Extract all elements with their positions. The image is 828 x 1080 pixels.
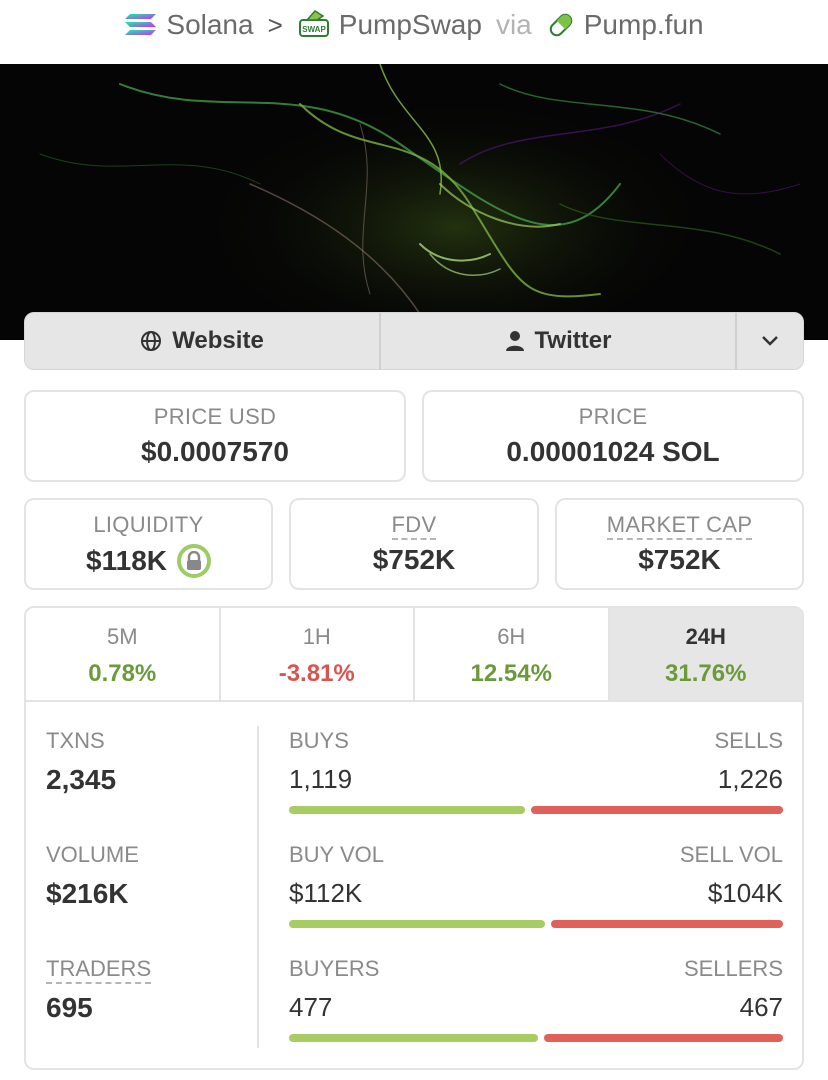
buyers-label: BUYERS bbox=[289, 956, 380, 981]
volume-split-bar bbox=[289, 920, 783, 928]
buys-sells-row: BUYS SELLS 1,119 1,226 bbox=[289, 728, 783, 842]
tab-change: 12.54% bbox=[470, 660, 552, 687]
tab-6h[interactable]: 6H 12.54% bbox=[415, 608, 610, 700]
traders-split-row: BUYERS SELLERS 477 467 bbox=[289, 956, 783, 1068]
social-links-bar: Website Twitter bbox=[24, 312, 804, 370]
tab-label: 24H bbox=[685, 624, 726, 649]
sellers-value: 467 bbox=[739, 992, 783, 1022]
tab-change: 31.76% bbox=[665, 660, 747, 687]
txns-value: 2,345 bbox=[46, 764, 117, 795]
tab-1h[interactable]: 1H -3.81% bbox=[221, 608, 415, 700]
price-usd-label: PRICE USD bbox=[153, 404, 277, 429]
chevron-right-icon: > bbox=[267, 9, 283, 40]
buys-value: 1,119 bbox=[289, 764, 353, 794]
tab-change: 0.78% bbox=[88, 660, 157, 687]
splits-column: BUYS SELLS 1,119 1,226 BUY VOL SELL VOL … bbox=[289, 728, 783, 1068]
buy-vol-label: BUY VOL bbox=[289, 842, 384, 867]
launchpad-name: Pump.fun bbox=[583, 9, 704, 40]
timeframe-tabs: 5M 0.78% 1H -3.81% 6H 12.54% 24H 31.76% bbox=[26, 608, 802, 702]
pumpswap-icon: SWAP bbox=[298, 10, 329, 37]
price-usd-card: PRICE USD $0.0007570 bbox=[24, 390, 406, 482]
sell-bar-segment bbox=[551, 920, 783, 928]
tab-label: 5M bbox=[106, 624, 138, 649]
txns-metric: TXNS 2,345 bbox=[46, 728, 256, 842]
sell-vol-label: SELL VOL bbox=[679, 842, 783, 867]
token-banner-image bbox=[0, 64, 828, 340]
price-usd-value: $0.0007570 bbox=[141, 436, 289, 467]
via-text: via bbox=[495, 9, 532, 40]
fdv-label[interactable]: FDV bbox=[391, 512, 437, 540]
price-native-card: PRICE 0.00001024 SOL bbox=[422, 390, 804, 482]
liquidity-card: LIQUIDITY $118K bbox=[24, 498, 273, 590]
stats-panel: 5M 0.78% 1H -3.81% 6H 12.54% 24H 31.76% … bbox=[24, 606, 804, 1070]
price-native-label: PRICE bbox=[578, 404, 648, 429]
market-cap-card: MARKET CAP $752K bbox=[555, 498, 804, 590]
sell-bar-segment bbox=[530, 806, 783, 814]
buys-sells-bar bbox=[289, 806, 783, 814]
twitter-button[interactable]: Twitter bbox=[381, 313, 737, 369]
lock-icon[interactable] bbox=[176, 544, 211, 578]
sell-vol-value: $104K bbox=[707, 878, 783, 908]
volume-label: VOLUME bbox=[46, 842, 139, 867]
dex-name: PumpSwap bbox=[338, 9, 482, 40]
traders-label[interactable]: TRADERS bbox=[46, 956, 152, 984]
market-cap-value: $752K bbox=[638, 544, 721, 575]
tab-24h[interactable]: 24H 31.76% bbox=[609, 608, 802, 700]
breadcrumb: Solana > SWAP PumpSwap via Pump.fun bbox=[0, 0, 828, 50]
traders-value: 695 bbox=[46, 992, 93, 1023]
chevron-down-icon bbox=[762, 336, 778, 346]
liquidity-row: $118K bbox=[26, 544, 271, 578]
tab-label: 6H bbox=[497, 624, 526, 649]
liquidity-value: $118K bbox=[86, 545, 167, 576]
website-button[interactable]: Website bbox=[25, 313, 381, 369]
fdv-card: FDV $752K bbox=[289, 498, 539, 590]
svg-text:SWAP: SWAP bbox=[302, 25, 326, 34]
tab-5m[interactable]: 5M 0.78% bbox=[26, 608, 221, 700]
buy-bar-segment bbox=[289, 920, 546, 928]
liquidity-label: LIQUIDITY bbox=[93, 512, 204, 537]
txns-label: TXNS bbox=[46, 728, 105, 753]
sells-label: SELLS bbox=[714, 728, 784, 753]
more-links-dropdown[interactable] bbox=[737, 313, 803, 369]
buy-bar-segment bbox=[289, 806, 525, 814]
fdv-value: $752K bbox=[372, 544, 456, 575]
traders-metric: TRADERS 695 bbox=[46, 956, 256, 1068]
website-label: Website bbox=[172, 327, 264, 354]
breadcrumb-chain[interactable]: Solana bbox=[124, 9, 254, 41]
tab-change: -3.81% bbox=[278, 660, 355, 687]
twitter-label: Twitter bbox=[534, 327, 612, 354]
solana-icon bbox=[125, 14, 157, 35]
buyers-value: 477 bbox=[289, 992, 333, 1022]
sellers-label: SELLERS bbox=[683, 956, 783, 981]
buy-vol-value: $112K bbox=[289, 878, 363, 908]
pill-icon bbox=[549, 13, 572, 37]
volume-value: $216K bbox=[46, 878, 129, 909]
volume-metric: VOLUME $216K bbox=[46, 842, 256, 956]
tab-label: 1H bbox=[302, 624, 331, 649]
traders-split-bar bbox=[289, 1034, 783, 1042]
breadcrumb-dex[interactable]: SWAP PumpSwap bbox=[297, 8, 482, 42]
buys-label: BUYS bbox=[289, 728, 349, 753]
chain-name: Solana bbox=[166, 9, 254, 40]
buy-bar-segment bbox=[289, 1034, 539, 1042]
price-native-value: 0.00001024 SOL bbox=[506, 436, 720, 467]
user-icon bbox=[505, 331, 524, 351]
breadcrumb-launchpad[interactable]: Pump.fun bbox=[546, 9, 704, 41]
column-divider bbox=[257, 726, 259, 1048]
sell-bar-segment bbox=[544, 1034, 783, 1042]
sells-value: 1,226 bbox=[717, 764, 783, 794]
totals-column: TXNS 2,345 VOLUME $216K TRADERS 695 bbox=[46, 728, 256, 1068]
globe-icon bbox=[141, 331, 162, 351]
market-cap-label[interactable]: MARKET CAP bbox=[606, 512, 753, 540]
volume-split-row: BUY VOL SELL VOL $112K $104K bbox=[289, 842, 783, 956]
